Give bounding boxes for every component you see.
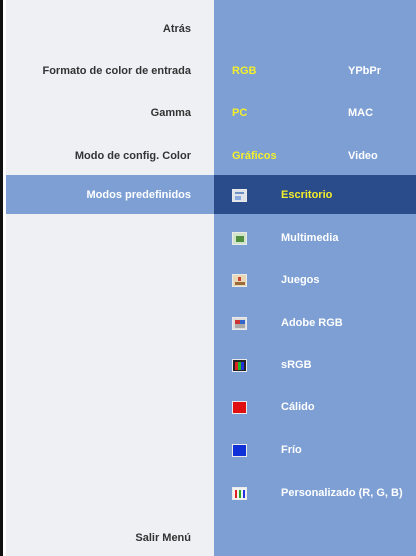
- option-pc[interactable]: PC: [232, 107, 247, 119]
- preset-juegos[interactable]: Juegos: [228, 273, 408, 289]
- preset-srgb[interactable]: sRGB: [228, 358, 408, 374]
- preset-label: Personalizado (R, G, B): [281, 487, 403, 499]
- cool-icon: [232, 444, 247, 457]
- gamma-label[interactable]: Gamma: [151, 107, 191, 119]
- input-color-format-label[interactable]: Formato de color de entrada: [42, 65, 191, 77]
- preset-label: Frío: [281, 444, 302, 456]
- preset-label: Multimedia: [281, 232, 339, 244]
- preset-calido[interactable]: Cálido: [228, 400, 408, 416]
- option-graphics[interactable]: Gráficos: [232, 150, 277, 162]
- games-icon: [232, 274, 247, 287]
- color-mode-label[interactable]: Modo de config. Color: [75, 150, 191, 162]
- preset-label: Escritorio: [281, 189, 333, 201]
- srgb-icon: [232, 359, 247, 372]
- menu-labels-panel: [6, 0, 214, 556]
- option-mac[interactable]: MAC: [348, 107, 373, 119]
- warm-icon: [232, 401, 247, 414]
- preset-label: Adobe RGB: [281, 317, 343, 329]
- preset-multimedia[interactable]: Multimedia: [228, 231, 408, 247]
- preset-label: Cálido: [281, 401, 315, 413]
- desktop-icon: [232, 189, 247, 202]
- preset-escritorio[interactable]: Escritorio: [228, 188, 408, 204]
- osd-menu: Atrás Formato de color de entrada Gamma …: [0, 0, 416, 556]
- option-video[interactable]: Video: [348, 150, 378, 162]
- preset-label: sRGB: [281, 359, 312, 371]
- custom-rgb-icon: [232, 487, 247, 500]
- back-button[interactable]: Atrás: [163, 23, 191, 35]
- option-rgb[interactable]: RGB: [232, 65, 256, 77]
- preset-personalizado[interactable]: Personalizado (R, G, B): [228, 486, 408, 502]
- option-ypbpr[interactable]: YPbPr: [348, 65, 381, 77]
- preset-adobe-rgb[interactable]: Adobe RGB: [228, 316, 408, 332]
- exit-menu-button[interactable]: Salir Menú: [135, 532, 191, 544]
- preset-label: Juegos: [281, 274, 320, 286]
- preset-frio[interactable]: Frío: [228, 443, 408, 459]
- multimedia-icon: [232, 232, 247, 245]
- adobe-rgb-icon: [232, 317, 247, 330]
- preset-modes-label[interactable]: Modos predefinidos: [87, 189, 192, 201]
